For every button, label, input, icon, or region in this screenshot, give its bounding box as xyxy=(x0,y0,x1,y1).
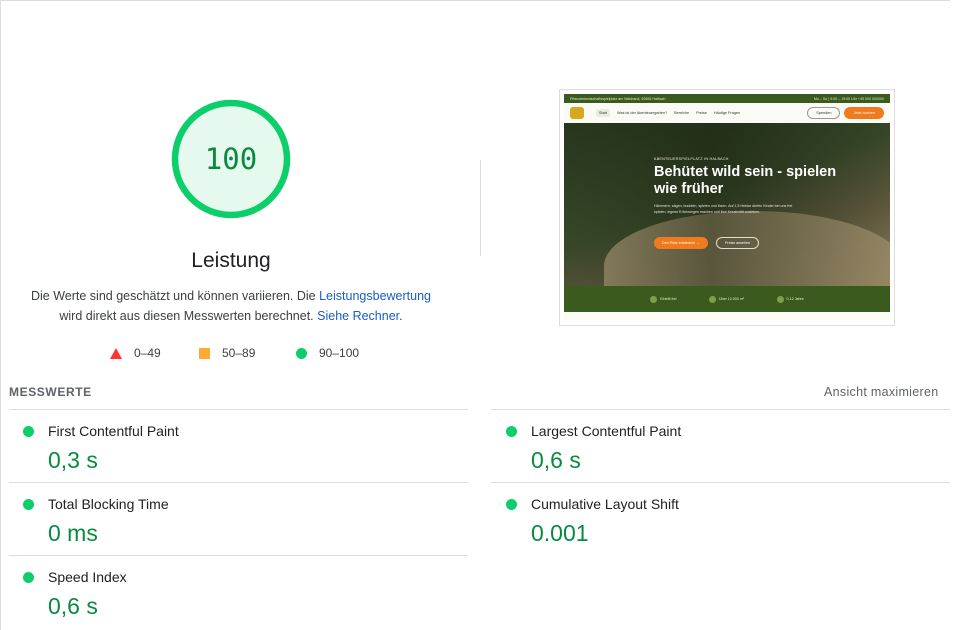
preview-donate-button: Spenden xyxy=(807,107,841,119)
metrics-divider xyxy=(491,482,950,483)
legend-range-average: 50–89 xyxy=(222,346,256,360)
circle-icon xyxy=(296,347,307,359)
preview-bottom-strip xyxy=(564,312,890,320)
legend-range-fail: 0–49 xyxy=(134,346,161,360)
metric-label: Speed Index xyxy=(48,569,127,585)
preview-nav-start: Start xyxy=(596,109,611,117)
performance-score-gauge: 100 xyxy=(170,98,292,220)
legend-range-pass: 90–100 xyxy=(319,346,360,360)
left-border xyxy=(0,0,1,630)
area-icon xyxy=(709,295,716,303)
legend-item-pass: 90–100 xyxy=(296,345,359,361)
score-description: Die Werte sind geschätzt und können vari… xyxy=(26,286,436,326)
preview-book-button: Jetzt buchen xyxy=(844,107,884,119)
legend-item-average: 50–89 xyxy=(199,345,255,361)
calculator-link[interactable]: Siehe Rechner xyxy=(317,309,399,323)
preview-hero-kicker: ABENTEUERSPIELPLATZ IN HALBACH xyxy=(654,157,729,161)
vertical-divider xyxy=(480,160,481,256)
preview-nav-about: Was ist der Abenteuergarten? xyxy=(617,111,668,115)
metrics-section-title: MESSWERTE xyxy=(9,385,92,399)
square-icon xyxy=(199,347,210,359)
preview-topbar-left: Pflanzenlandschaftsspielplatz am Waldran… xyxy=(570,96,666,101)
ticket-icon xyxy=(650,295,658,303)
metric-speed-index: Speed Index 0,6 s xyxy=(23,564,463,630)
metric-value: 0,6 s xyxy=(48,593,98,619)
pass-circle-icon xyxy=(506,426,517,437)
description-text-3: . xyxy=(399,309,403,323)
preview-topbar-right: Mo – So | 9:00 – 19:00 Uhr +49 000 00000… xyxy=(813,96,884,101)
metric-first-contentful-paint: First Contentful Paint 0,3 s xyxy=(23,418,463,488)
metrics-divider xyxy=(9,555,468,556)
metric-value: 0.001 xyxy=(531,520,589,546)
triangle-icon xyxy=(110,347,122,359)
metric-value: 0,3 s xyxy=(48,447,98,473)
preview-nav-faq: Häufige Fragen xyxy=(713,111,741,115)
metrics-divider xyxy=(491,409,950,410)
performance-score-link[interactable]: Leistungsbewertung xyxy=(319,289,431,303)
top-border xyxy=(0,0,950,1)
score-value: 100 xyxy=(204,142,258,176)
metric-label: Total Blocking Time xyxy=(48,496,169,512)
preview-logo xyxy=(570,107,584,119)
site-preview: Pflanzenlandschaftsspielplatz am Waldran… xyxy=(564,94,890,320)
preview-band-item: Eintritt frei xyxy=(650,295,676,303)
preview-navbar: Start Was ist der Abenteuergarten? Berei… xyxy=(564,103,890,123)
page-screenshot-thumbnail[interactable]: Pflanzenlandschaftsspielplatz am Waldran… xyxy=(559,89,895,326)
metrics-divider xyxy=(9,409,468,410)
metrics-divider xyxy=(9,482,468,483)
preview-hero-text: Hämmern, sägen, buddeln, spielen und lös… xyxy=(654,204,793,214)
pass-circle-icon xyxy=(23,499,34,510)
preview-prices-button: Preise ansehen xyxy=(716,237,759,249)
description-text-2: wird direkt aus diesen Messwerten berech… xyxy=(59,309,318,323)
metric-label: Cumulative Layout Shift xyxy=(531,496,679,512)
preview-topbar: Pflanzenlandschaftsspielplatz am Waldran… xyxy=(564,94,890,103)
expand-view-toggle[interactable]: Ansicht maximieren xyxy=(824,385,938,399)
metric-value: 0 ms xyxy=(48,520,98,546)
metric-label: Largest Contentful Paint xyxy=(531,423,682,439)
legend-item-fail: 0–49 xyxy=(110,345,161,361)
metric-total-blocking-time: Total Blocking Time 0 ms xyxy=(23,491,463,561)
preview-feature-band: Eintritt frei Über 12.000 m² 0-12 Jahre xyxy=(564,286,890,312)
preview-band-item: Über 12.000 m² xyxy=(709,295,744,303)
description-text-1: Die Werte sind geschätzt und können vari… xyxy=(30,289,320,303)
preview-hero-title: Behütet wild sein - spielen wie früher xyxy=(654,164,837,197)
metric-largest-contentful-paint: Largest Contentful Paint 0,6 s xyxy=(506,418,946,488)
preview-nav-prices: Preise xyxy=(696,111,707,115)
metric-value: 0,6 s xyxy=(531,447,581,473)
preview-discover-button: Den Platz entdecken → xyxy=(654,237,708,249)
pass-circle-icon xyxy=(506,499,517,510)
preview-band-item: 0-12 Jahre xyxy=(776,295,804,303)
pass-circle-icon xyxy=(23,426,34,437)
metric-label: First Contentful Paint xyxy=(48,423,179,439)
preview-hero: ABENTEUERSPIELPLATZ IN HALBACH Behütet w… xyxy=(564,123,890,320)
pass-circle-icon xyxy=(23,572,34,583)
preview-nav-areas: Bereiche xyxy=(674,111,690,115)
child-icon xyxy=(776,295,784,303)
metric-cumulative-layout-shift: Cumulative Layout Shift 0.001 xyxy=(506,491,946,561)
score-title: Leistung xyxy=(191,249,271,272)
